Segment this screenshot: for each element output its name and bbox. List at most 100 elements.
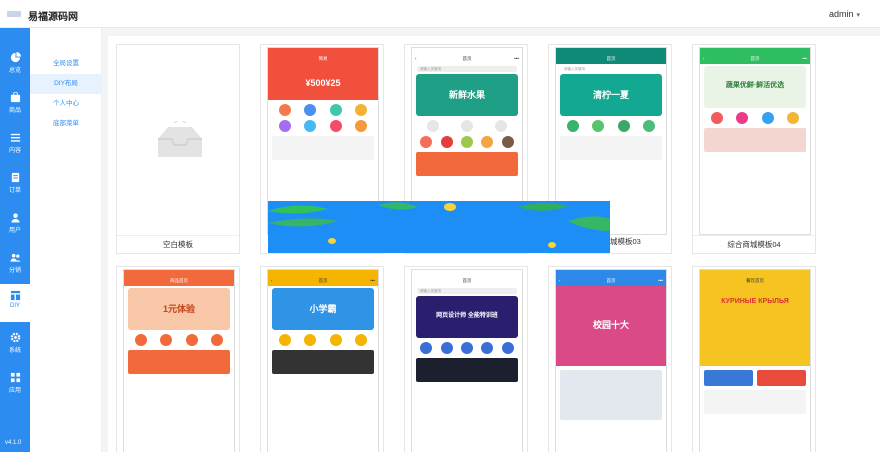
phone-preview: 餐饮首页 КУРИНЫЕ КРЫЛЬЯ bbox=[699, 269, 811, 452]
phone-preview: 商品首页 1元体验 bbox=[123, 269, 235, 452]
back-icon: ‹ bbox=[703, 56, 705, 61]
phone-search: 请输入关键词 bbox=[561, 66, 661, 72]
phone-preview: ‹ 首页 ••• 小学霸 bbox=[267, 269, 379, 452]
sidebar-item-distribution[interactable]: 分销 bbox=[0, 246, 30, 284]
card-label: 综合商城模板04 bbox=[693, 235, 815, 253]
sidebar-item-orders[interactable]: 订单 bbox=[0, 166, 30, 204]
leaf-decoration bbox=[268, 202, 610, 248]
template-card-9[interactable]: 餐饮首页 КУРИНЫЕ КРЫЛЬЯ bbox=[692, 266, 816, 452]
sidebar-item-content[interactable]: 内容 bbox=[0, 126, 30, 164]
coupon-block bbox=[128, 350, 230, 374]
document-icon bbox=[11, 172, 19, 183]
template-card-5[interactable]: 商品首页 1元体验 bbox=[116, 266, 240, 452]
top-bar: 易福源码网 admin ▾ bbox=[0, 0, 880, 28]
phone-banner: 校园十大 bbox=[556, 286, 666, 366]
phone-nav: 简易 bbox=[268, 54, 378, 64]
more-icon: ••• bbox=[370, 278, 375, 283]
phone-banner: 蔬果优鲜·鲜活优选 bbox=[704, 66, 806, 108]
sidebar-item-users[interactable]: 用户 bbox=[0, 206, 30, 244]
version-label: v4.1.0 bbox=[5, 440, 22, 446]
sidebar-item-goods[interactable]: 商品 bbox=[0, 86, 30, 124]
phone-banner: 网页设计师 全能特训班 bbox=[416, 296, 518, 338]
empty-tray-icon bbox=[158, 121, 202, 157]
content-block bbox=[704, 390, 806, 414]
content-block bbox=[560, 136, 662, 160]
diy-submenu: 全局设置 DIY布局 个人中心 底部菜单 bbox=[30, 28, 102, 452]
user-icon bbox=[10, 213, 20, 223]
submenu-item-bottom-menu[interactable]: 底部菜单 bbox=[30, 114, 102, 134]
back-icon: ‹ bbox=[559, 278, 561, 283]
layout-icon bbox=[10, 290, 20, 301]
phone-banner: 新鲜水果 bbox=[416, 74, 518, 116]
back-icon: ‹ bbox=[415, 56, 417, 61]
phone-nav: ‹ 首页 ••• bbox=[556, 276, 666, 286]
phone-banner: 1元体验 bbox=[128, 288, 230, 330]
submenu-item-profile-center[interactable]: 个人中心 bbox=[30, 94, 102, 114]
button-row bbox=[704, 370, 806, 386]
back-icon: ‹ bbox=[271, 278, 273, 283]
icon-row bbox=[272, 104, 374, 116]
phone-preview: ‹ 首页 ••• 蔬果优鲜·鲜活优选 bbox=[699, 47, 811, 235]
content-block bbox=[272, 136, 374, 160]
phone-nav: 首页 bbox=[556, 54, 666, 64]
icon-row bbox=[128, 334, 230, 346]
content-block bbox=[272, 350, 374, 374]
template-card-7[interactable]: 首页 请输入关键词 网页设计师 全能特训班 bbox=[404, 266, 528, 452]
phone-banner: ¥500¥25 bbox=[268, 64, 378, 100]
chevron-down-icon: ▾ bbox=[856, 12, 860, 19]
blank-preview bbox=[117, 45, 239, 235]
phone-nav: ‹ 首页 ••• bbox=[412, 54, 522, 64]
shopping-bag-icon bbox=[10, 92, 20, 103]
sidebar-item-system[interactable]: 系统 bbox=[0, 326, 30, 364]
username: admin bbox=[828, 9, 854, 19]
phone-nav: 餐饮首页 bbox=[700, 276, 810, 286]
icon-row bbox=[416, 120, 518, 132]
icon-row bbox=[560, 120, 662, 132]
template-card-6[interactable]: ‹ 首页 ••• 小学霸 bbox=[260, 266, 384, 452]
submenu-item-diy-layout[interactable]: DIY布局 bbox=[30, 74, 102, 94]
content-block bbox=[704, 128, 806, 152]
apps-grid-icon bbox=[10, 372, 20, 383]
content-block bbox=[416, 358, 518, 382]
submenu-item-global-settings[interactable]: 全局设置 bbox=[30, 54, 102, 74]
phone-search: 请输入关键词 bbox=[417, 288, 517, 294]
phone-nav: ‹ 首页 ••• bbox=[700, 54, 810, 64]
partial-card-label: 城模板03 bbox=[610, 237, 641, 246]
sidebar-item-apps[interactable]: 应用 bbox=[0, 366, 30, 404]
more-icon: ••• bbox=[514, 56, 519, 61]
icon-row-2 bbox=[272, 120, 374, 132]
phone-nav: 商品首页 bbox=[124, 276, 234, 286]
template-card-8[interactable]: ‹ 首页 ••• 校园十大 bbox=[548, 266, 672, 452]
phone-nav: ‹ 首页 ••• bbox=[268, 276, 378, 286]
template-card-blank[interactable]: 空白模板 bbox=[116, 44, 240, 254]
phone-nav: 首页 bbox=[412, 276, 522, 286]
icon-row-2 bbox=[416, 136, 518, 148]
phone-banner: КУРИНЫЕ КРЫЛЬЯ bbox=[700, 286, 810, 366]
phone-preview: 首页 请输入关键词 网页设计师 全能特训班 bbox=[411, 269, 523, 452]
card-label: 空白模板 bbox=[117, 235, 239, 253]
blue-tile bbox=[704, 370, 753, 386]
sidebar-item-overview[interactable]: 总览 bbox=[0, 46, 30, 84]
main-sidebar: 总览 商品 内容 订单 用户 分销 DIY 系统 应用 v4.1.0 bbox=[0, 28, 30, 452]
icon-row bbox=[704, 112, 806, 124]
phone-banner: 小学霸 bbox=[272, 288, 374, 330]
icon-row bbox=[272, 334, 374, 346]
red-tile bbox=[757, 370, 806, 386]
phone-search: 请输入关键词 bbox=[417, 66, 517, 72]
icon-row bbox=[416, 342, 518, 354]
sidebar-item-diy[interactable]: DIY bbox=[0, 284, 30, 322]
gear-icon bbox=[10, 332, 20, 343]
promo-block bbox=[416, 152, 518, 176]
more-icon: ••• bbox=[802, 56, 807, 61]
phone-preview: ‹ 首页 ••• 校园十大 bbox=[555, 269, 667, 452]
user-menu[interactable]: admin ▾ bbox=[829, 9, 860, 19]
more-icon: ••• bbox=[658, 278, 663, 283]
brand-name: 易福源码网 bbox=[28, 12, 78, 23]
content-block bbox=[560, 370, 662, 420]
pie-chart-icon bbox=[10, 52, 21, 63]
overlay-banner bbox=[268, 201, 610, 253]
list-icon bbox=[10, 133, 20, 142]
template-card-4[interactable]: ‹ 首页 ••• 蔬果优鲜·鲜活优选 综合商城模板04 bbox=[692, 44, 816, 254]
brand-logo-icon bbox=[7, 11, 21, 17]
users-icon bbox=[9, 253, 21, 262]
